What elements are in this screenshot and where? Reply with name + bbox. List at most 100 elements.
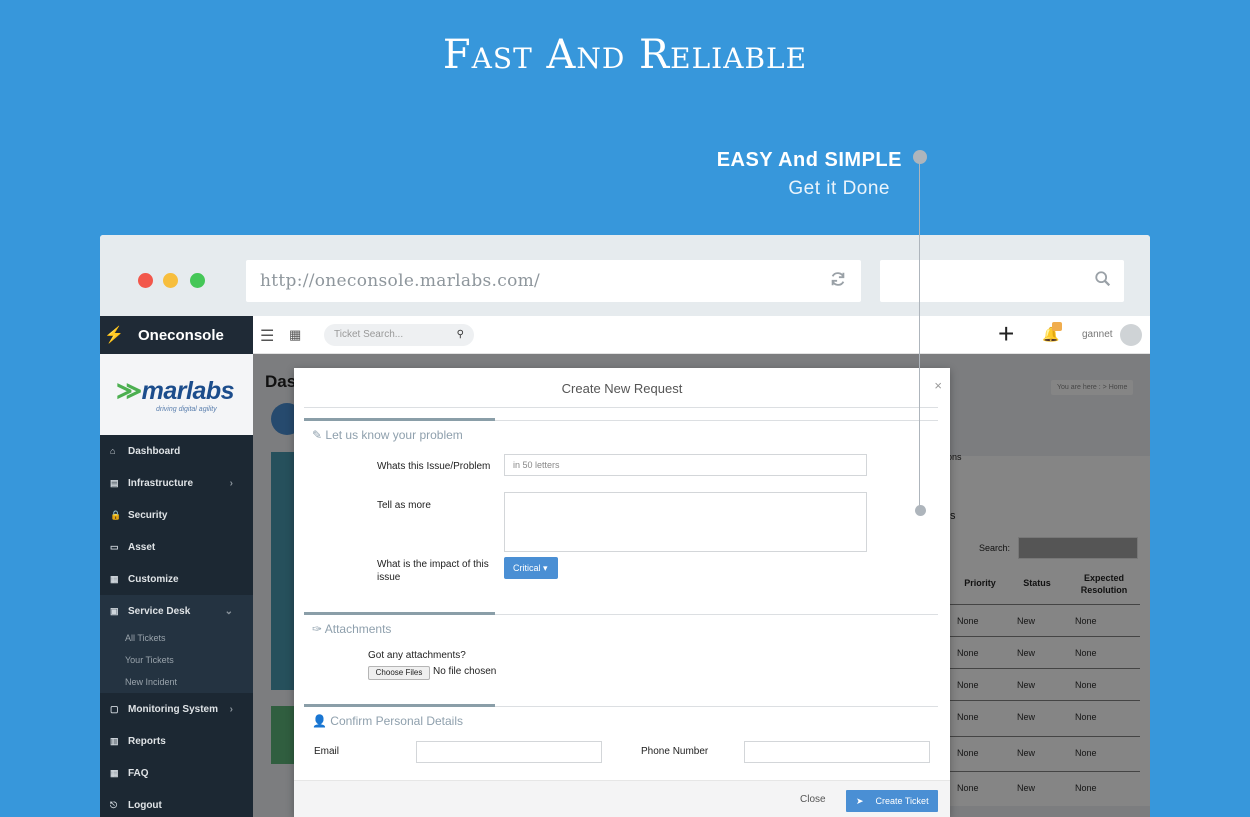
- tell-more-textarea[interactable]: [504, 492, 867, 552]
- send-icon: ➤: [856, 795, 864, 806]
- address-bar[interactable]: http://oneconsole.marlabs.com/: [246, 260, 861, 302]
- table-cell: None: [1075, 680, 1097, 690]
- hero-title: Fast And Reliable: [442, 32, 808, 78]
- section-problem-label: Let us know your problem: [325, 428, 463, 442]
- table-search-input[interactable]: [1018, 537, 1138, 559]
- email-field[interactable]: [416, 741, 602, 763]
- sidebar-subitem-new-incident[interactable]: New Incident: [100, 671, 253, 693]
- sidebar-item-asset[interactable]: ▭ Asset: [100, 531, 253, 563]
- sidebar-item-monitoring-system[interactable]: ▢ Monitoring System ›: [100, 693, 253, 725]
- sidebar-subitem-your-tickets[interactable]: Your Tickets: [100, 649, 253, 671]
- table-cell: New: [1017, 783, 1036, 793]
- sidebar-item-logout[interactable]: ⎋ Logout: [100, 789, 253, 817]
- chevron-down-icon: ⌄: [224, 605, 233, 617]
- ticket-search-icon[interactable]: ⚲: [457, 329, 464, 341]
- window-close-dot[interactable]: [138, 273, 153, 288]
- issue-input[interactable]: in 50 letters: [504, 454, 867, 476]
- sidebar-item-security[interactable]: 🔒 Security: [100, 499, 253, 531]
- sidebar-item-label: Security: [128, 509, 168, 521]
- tell-more-label: Tell as more: [377, 500, 431, 511]
- add-icon[interactable]: +: [998, 318, 1014, 350]
- sidebar-item-reports[interactable]: ▥ Reports: [100, 725, 253, 757]
- sidebar-item-label: Dashboard: [128, 445, 181, 457]
- logo-tagline: driving digital agility: [156, 406, 217, 413]
- sidebar-item-service-desk[interactable]: ▣ Service Desk ⌄: [100, 595, 253, 627]
- sidebar-item-label: Infrastructure: [128, 477, 194, 489]
- menu-icon[interactable]: ☰: [260, 326, 274, 346]
- table-cell: None: [1075, 616, 1097, 626]
- partial-heading-2: s: [950, 510, 956, 522]
- notification-badge: [1052, 322, 1062, 331]
- search-icon[interactable]: [1094, 270, 1112, 293]
- attachments-question: Got any attachments?: [368, 650, 466, 661]
- ticket-search-input[interactable]: Ticket Search... ⚲: [324, 324, 474, 346]
- create-request-modal: Create New Request × ✎ Let us know your …: [294, 368, 950, 817]
- callout-title: EASY And SIMPLE: [716, 149, 902, 171]
- logo-area: ≫marlabs driving digital agility: [100, 354, 253, 435]
- table-cell: None: [957, 712, 979, 722]
- table-row-divider: [948, 700, 1140, 701]
- table-row-divider: [948, 668, 1140, 669]
- sidebar-item-dashboard[interactable]: ⌂ Dashboard: [100, 435, 253, 467]
- table-cell: None: [1075, 712, 1097, 722]
- issue-label: Whats this Issue/Problem: [377, 461, 491, 472]
- modal-title: Create New Request: [561, 381, 683, 396]
- chart-icon: ▥: [110, 735, 119, 746]
- modal-footer: Close ➤ Create Ticket: [294, 780, 950, 817]
- table-search-label: Search:: [979, 543, 1011, 553]
- server-icon: ▤: [110, 477, 119, 488]
- monitor-icon: ▢: [110, 703, 119, 714]
- sidebar-item-label: FAQ: [128, 767, 149, 779]
- sidebar-item-customize[interactable]: ▦ Customize: [100, 563, 253, 595]
- table-row-divider: [948, 736, 1140, 737]
- sidebar-item-label: Customize: [128, 573, 179, 585]
- grid-icon: ▦: [110, 573, 119, 584]
- table-cell: None: [1075, 783, 1097, 793]
- table-cell: New: [1017, 616, 1036, 626]
- col-expected-resolution[interactable]: Expected Resolution: [1072, 572, 1136, 596]
- address-url: http://oneconsole.marlabs.com/: [260, 271, 541, 291]
- sidebar: ≫marlabs driving digital agility ⌂ Dashbo…: [100, 354, 253, 817]
- sidebar-item-label: Logout: [128, 799, 162, 811]
- modal-close-icon[interactable]: ×: [934, 378, 942, 393]
- window-minimize-dot[interactable]: [163, 273, 178, 288]
- chevron-right-icon: ›: [229, 477, 233, 489]
- email-label: Email: [314, 746, 340, 757]
- phone-field[interactable]: [744, 741, 930, 763]
- table-cell: New: [1017, 648, 1036, 658]
- table-cell: None: [957, 648, 979, 658]
- create-ticket-label: Create Ticket: [875, 796, 929, 806]
- phone-label: Phone Number: [641, 746, 709, 757]
- section-personal-label: Confirm Personal Details: [330, 714, 463, 728]
- window-maximize-dot[interactable]: [190, 273, 205, 288]
- table-row-divider: [948, 771, 1140, 772]
- bolt-icon: ⚡: [104, 327, 124, 344]
- tag-icon: ✎: [312, 428, 326, 442]
- file-status: No file chosen: [433, 666, 497, 677]
- callout-dot-bottom: [915, 505, 926, 516]
- chevron-right-icon: ›: [229, 703, 233, 715]
- impact-dropdown[interactable]: Critical ▾: [504, 557, 558, 579]
- table-cell: None: [957, 783, 979, 793]
- brand-bar[interactable]: ⚡ Oneconsole: [100, 316, 253, 354]
- create-ticket-button[interactable]: ➤ Create Ticket: [846, 790, 938, 812]
- sidebar-item-label: Service Desk: [128, 605, 191, 617]
- impact-value: Critical: [513, 563, 541, 573]
- table-cell: New: [1017, 712, 1036, 722]
- user-name[interactable]: gannet: [1082, 329, 1113, 340]
- sidebar-subitem-all-tickets[interactable]: All Tickets: [100, 627, 253, 649]
- reload-icon[interactable]: [829, 270, 847, 293]
- ticket-search-placeholder: Ticket Search...: [334, 329, 404, 340]
- table-cell: New: [1017, 748, 1036, 758]
- col-status[interactable]: Status: [1018, 578, 1056, 588]
- callout-connector-line: [919, 163, 920, 511]
- col-priority[interactable]: Priority: [958, 578, 1002, 588]
- browser-search-bar[interactable]: [880, 260, 1124, 302]
- sidebar-item-faq[interactable]: ▦ FAQ: [100, 757, 253, 789]
- apps-grid-icon[interactable]: ▦: [289, 327, 301, 343]
- avatar[interactable]: [1120, 324, 1142, 346]
- sidebar-item-infrastructure[interactable]: ▤ Infrastructure ›: [100, 467, 253, 499]
- choose-files-button[interactable]: Choose Files: [368, 666, 430, 680]
- close-button[interactable]: Close: [800, 794, 826, 805]
- section-accent: [304, 704, 495, 707]
